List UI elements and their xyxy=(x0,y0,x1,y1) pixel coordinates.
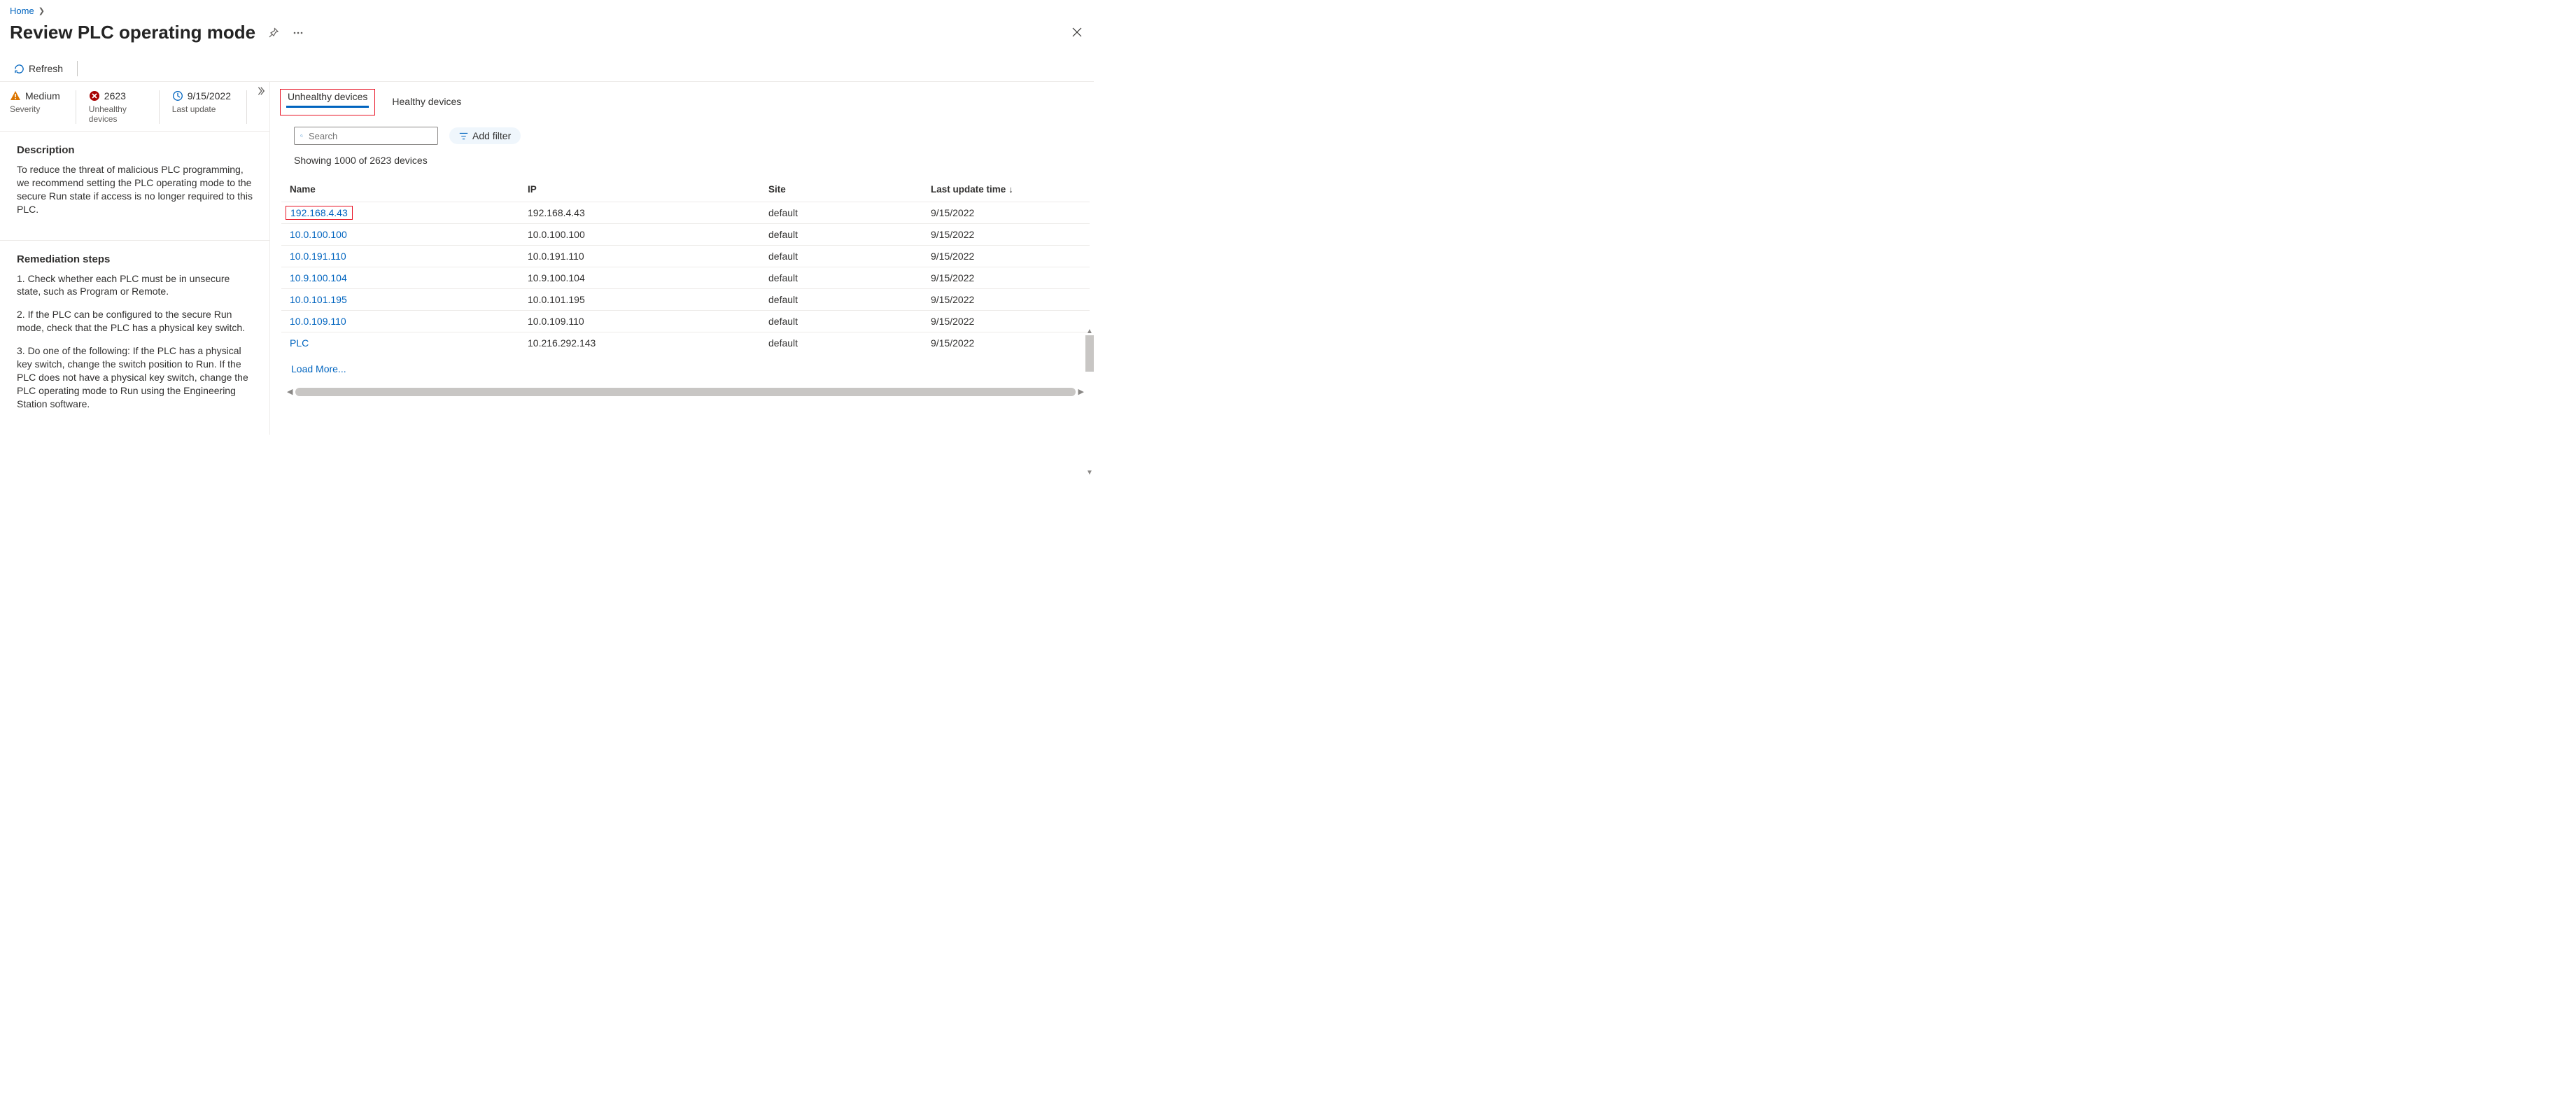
table-row[interactable]: 10.0.101.19510.0.101.195default9/15/2022 xyxy=(281,288,1090,310)
device-time: 9/15/2022 xyxy=(931,272,1050,283)
stat-unhealthy: 2623 Unhealthy devices xyxy=(89,90,160,124)
expand-stats-icon[interactable] xyxy=(255,86,265,98)
more-icon[interactable] xyxy=(290,25,306,41)
device-time: 9/15/2022 xyxy=(931,251,1050,262)
device-ip: 192.168.4.43 xyxy=(528,207,768,218)
device-name-link[interactable]: 10.0.191.110 xyxy=(290,251,346,262)
breadcrumb: Home ❯ xyxy=(0,0,1094,19)
device-site: default xyxy=(768,251,931,262)
device-tabs: Unhealthy devices Healthy devices xyxy=(281,92,1094,114)
device-site: default xyxy=(768,294,931,305)
scroll-down-icon[interactable]: ▼ xyxy=(1086,470,1093,477)
description-section: Description To reduce the threat of mali… xyxy=(0,132,269,240)
device-time: 9/15/2022 xyxy=(931,316,1050,327)
filter-icon xyxy=(459,132,468,141)
tab-unhealthy-highlight: Unhealthy devices xyxy=(280,89,375,115)
table-row[interactable]: 10.0.109.11010.0.109.110default9/15/2022 xyxy=(281,310,1090,332)
results-count: Showing 1000 of 2623 devices xyxy=(281,155,1094,166)
refresh-button[interactable]: Refresh xyxy=(10,60,67,77)
highlighted-device: 192.168.4.43 xyxy=(286,206,353,220)
close-icon[interactable] xyxy=(1071,27,1083,40)
severity-label: Severity xyxy=(10,104,60,114)
device-time: 9/15/2022 xyxy=(931,294,1050,305)
device-site: default xyxy=(768,207,931,218)
remediation-heading: Remediation steps xyxy=(17,253,253,265)
toolbar-separator xyxy=(77,61,78,76)
toolbar: Refresh xyxy=(0,56,1094,82)
device-name-link[interactable]: 10.0.109.110 xyxy=(290,316,346,327)
device-ip: 10.0.100.100 xyxy=(528,229,768,240)
update-value: 9/15/2022 xyxy=(188,90,231,101)
unhealthy-label: Unhealthy devices xyxy=(89,104,143,124)
stats-strip: Medium Severity 2623 Unhealthy devices 9… xyxy=(0,82,269,132)
refresh-label: Refresh xyxy=(29,63,63,74)
device-site: default xyxy=(768,337,931,349)
scroll-right-icon[interactable]: ▶ xyxy=(1078,387,1084,396)
col-header-ip[interactable]: IP xyxy=(528,184,768,195)
table-header: Name IP Site Last update time ↓ xyxy=(281,178,1090,202)
remediation-step-1: 1. Check whether each PLC must be in uns… xyxy=(17,272,253,299)
table-row[interactable]: 10.9.100.10410.9.100.104default9/15/2022 xyxy=(281,267,1090,288)
table-row[interactable]: PLC 10.216.292.143default9/15/2022 xyxy=(281,332,1090,353)
add-filter-label: Add filter xyxy=(472,130,511,141)
device-site: default xyxy=(768,272,931,283)
chevron-right-icon: ❯ xyxy=(38,6,45,15)
search-box[interactable] xyxy=(294,127,438,145)
device-name-link[interactable]: 10.0.100.100 xyxy=(290,229,347,240)
col-header-time[interactable]: Last update time ↓ xyxy=(931,184,1050,195)
load-more-link[interactable]: Load More... xyxy=(281,353,1090,384)
horizontal-scrollbar[interactable]: ◀ ▶ xyxy=(281,384,1090,396)
device-ip: 10.0.101.195 xyxy=(528,294,768,305)
page-title: Review PLC operating mode xyxy=(10,22,255,43)
table-row[interactable]: 10.0.100.10010.0.100.100default9/15/2022 xyxy=(281,223,1090,245)
col-header-name[interactable]: Name xyxy=(290,184,528,195)
device-name-link[interactable]: 10.9.100.104 xyxy=(290,272,347,283)
stat-update: 9/15/2022 Last update xyxy=(172,90,247,124)
remediation-section: Remediation steps 1. Check whether each … xyxy=(0,241,269,435)
tab-unhealthy[interactable]: Unhealthy devices xyxy=(286,87,369,109)
scroll-left-icon[interactable]: ◀ xyxy=(287,387,293,396)
device-time: 9/15/2022 xyxy=(931,229,1050,240)
sort-arrow-icon: ↓ xyxy=(1008,184,1013,195)
remediation-step-2: 2. If the PLC can be configured to the s… xyxy=(17,308,253,335)
pin-icon[interactable] xyxy=(265,25,281,41)
search-icon xyxy=(300,131,303,141)
clock-icon xyxy=(172,90,183,101)
breadcrumb-home[interactable]: Home xyxy=(10,6,34,16)
update-label: Last update xyxy=(172,104,231,114)
add-filter-button[interactable]: Add filter xyxy=(449,127,521,144)
device-name-link[interactable]: 192.168.4.43 xyxy=(290,207,348,218)
severity-value: Medium xyxy=(25,90,60,101)
device-site: default xyxy=(768,316,931,327)
device-time: 9/15/2022 xyxy=(931,337,1050,349)
error-icon xyxy=(89,90,100,101)
description-heading: Description xyxy=(17,144,253,156)
table-row[interactable]: 192.168.4.43192.168.4.43default9/15/2022 xyxy=(281,202,1090,223)
device-time: 9/15/2022 xyxy=(931,207,1050,218)
device-ip: 10.0.109.110 xyxy=(528,316,768,327)
device-ip: 10.0.191.110 xyxy=(528,251,768,262)
table-row[interactable]: 10.0.191.11010.0.191.110default9/15/2022 xyxy=(281,245,1090,267)
description-body: To reduce the threat of malicious PLC pr… xyxy=(17,163,253,216)
search-input[interactable] xyxy=(309,131,432,141)
warning-icon xyxy=(10,90,21,101)
device-ip: 10.216.292.143 xyxy=(528,337,768,349)
unhealthy-value: 2623 xyxy=(104,90,126,101)
remediation-step-3: 3. Do one of the following: If the PLC h… xyxy=(17,344,253,410)
device-name-link[interactable]: PLC xyxy=(290,337,309,349)
device-ip: 10.9.100.104 xyxy=(528,272,768,283)
device-site: default xyxy=(768,229,931,240)
vertical-scrollbar[interactable]: ▲ ▼ xyxy=(1085,328,1094,477)
col-header-site[interactable]: Site xyxy=(768,184,931,195)
scroll-up-icon[interactable]: ▲ xyxy=(1086,328,1093,335)
stat-severity: Medium Severity xyxy=(10,90,76,124)
tab-healthy[interactable]: Healthy devices xyxy=(390,92,463,114)
device-name-link[interactable]: 10.0.101.195 xyxy=(290,294,347,305)
